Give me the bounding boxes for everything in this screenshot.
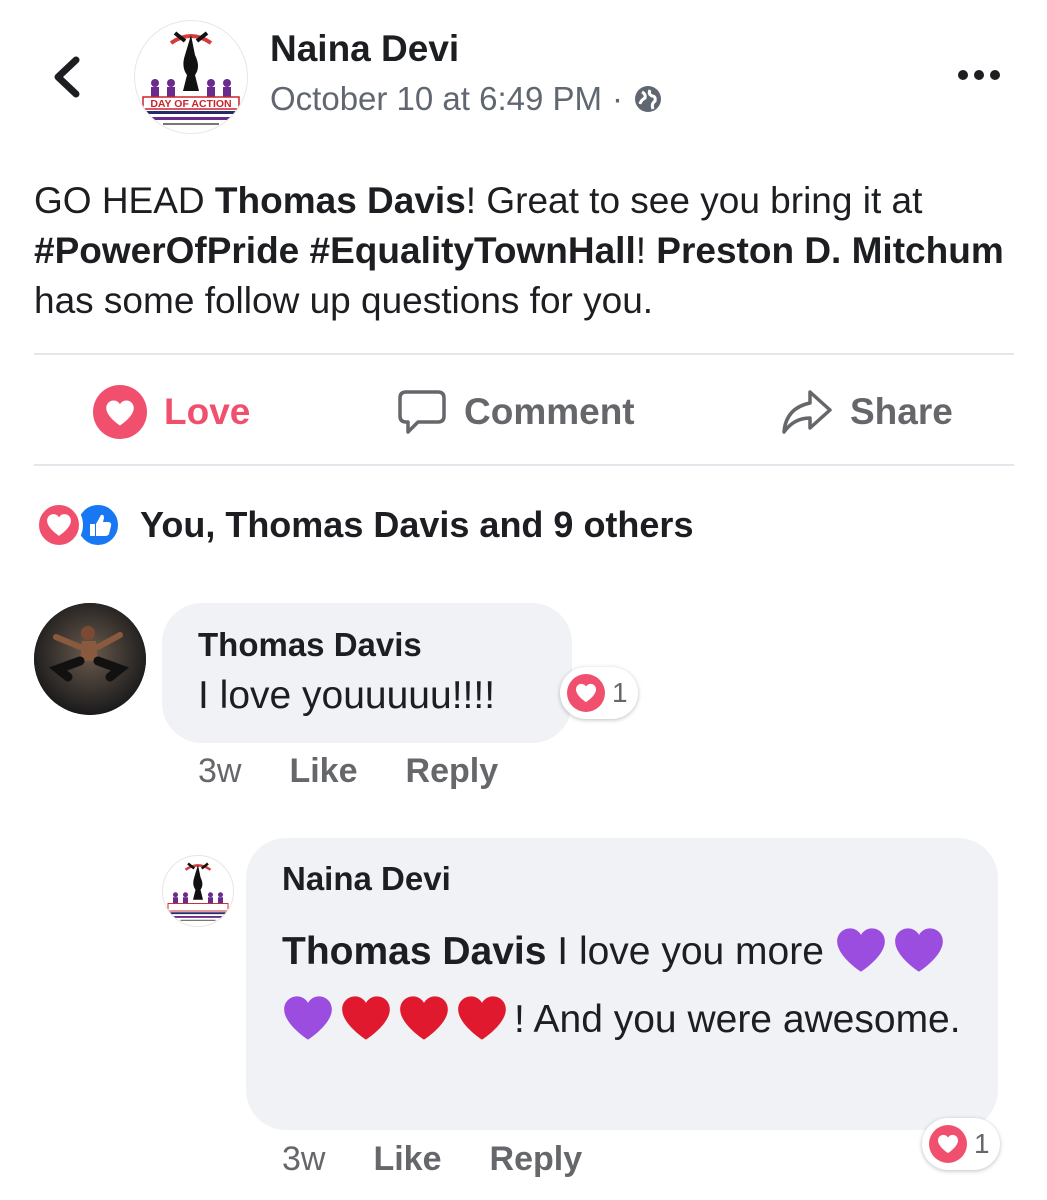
commenter-avatar[interactable]	[34, 603, 146, 715]
reply-link[interactable]: Reply	[406, 752, 499, 791]
reactions-text: You, Thomas Davis and 9 others	[140, 504, 694, 545]
comment-label: Comment	[464, 391, 635, 432]
love-button[interactable]: Love	[92, 384, 250, 440]
comment-author[interactable]: Thomas Davis	[198, 626, 422, 664]
share-button[interactable]: Share	[780, 384, 953, 440]
back-arrow-icon[interactable]	[44, 50, 90, 104]
logo-text: DAY OF ACTION	[150, 98, 231, 110]
author-avatar[interactable]: DAY OF ACTION	[134, 20, 248, 134]
post-mention[interactable]: Thomas Davis	[215, 180, 466, 221]
post-text-segment: has some follow up questions for you.	[34, 280, 654, 321]
purple-heart-emoji-icon	[835, 926, 887, 974]
love-reaction-icon	[929, 1125, 967, 1163]
meta-separator: ·	[612, 80, 624, 117]
red-heart-emoji-icon	[398, 994, 450, 1042]
post-text-segment: !	[635, 230, 657, 271]
comment-bubble[interactable]	[162, 603, 572, 743]
purple-heart-emoji-icon	[282, 994, 334, 1042]
post-mention[interactable]: Preston D. Mitchum	[656, 230, 1003, 271]
reply-text-segment: I love you more	[546, 930, 835, 973]
comment-reaction-badge[interactable]: 1	[560, 667, 638, 719]
reaction-icons	[35, 501, 122, 549]
post-text-segment: ! Great to see you bring it at	[465, 180, 923, 221]
post-meta: October 10 at 6:49 PM ·	[270, 80, 663, 118]
reactions-summary[interactable]: You, Thomas Davis and 9 others	[34, 500, 693, 550]
post-author-name[interactable]: Naina Devi	[270, 28, 459, 70]
post-text-segment: GO HEAD	[34, 180, 215, 221]
purple-heart-emoji-icon	[893, 926, 945, 974]
reply-text-segment: ! And you were awesome.	[514, 998, 961, 1041]
reply-author[interactable]: Naina Devi	[282, 860, 451, 898]
share-icon	[782, 390, 832, 434]
post-body: GO HEAD Thomas Davis! Great to see you b…	[34, 176, 1024, 326]
reaction-count: 1	[612, 677, 628, 708]
more-options-icon[interactable]	[955, 62, 1003, 88]
post-timestamp[interactable]: October 10 at 6:49 PM	[270, 80, 602, 118]
like-link[interactable]: Like	[289, 752, 357, 791]
divider	[34, 464, 1014, 466]
reply-text: Thomas Davis I love you more ! And you w…	[282, 918, 972, 1054]
comment-icon	[398, 390, 446, 434]
reply-link[interactable]: Reply	[490, 1140, 583, 1179]
red-heart-emoji-icon	[340, 994, 392, 1042]
post-mention[interactable]: #PowerOfPride #EqualityTownHall	[34, 230, 636, 271]
love-reaction-icon	[567, 674, 605, 712]
comment-button[interactable]: Comment	[396, 384, 635, 440]
reply-author-avatar[interactable]	[162, 855, 234, 927]
reply-mention[interactable]: Thomas Davis	[282, 930, 546, 973]
reaction-count: 1	[974, 1128, 990, 1159]
reply-reaction-badge[interactable]: 1	[922, 1118, 1000, 1170]
red-heart-emoji-icon	[456, 994, 508, 1042]
comment-text: I love youuuuu!!!!	[198, 674, 496, 717]
comment-meta: 3w Like Reply	[198, 752, 498, 791]
love-reaction-icon	[93, 385, 147, 439]
share-label: Share	[850, 391, 953, 432]
comment-age: 3w	[282, 1140, 326, 1178]
globe-icon	[635, 86, 662, 112]
divider	[34, 353, 1014, 355]
like-link[interactable]: Like	[373, 1140, 441, 1179]
reply-meta: 3w Like Reply	[282, 1140, 582, 1179]
love-label: Love	[164, 391, 251, 432]
comment-age: 3w	[198, 752, 242, 790]
